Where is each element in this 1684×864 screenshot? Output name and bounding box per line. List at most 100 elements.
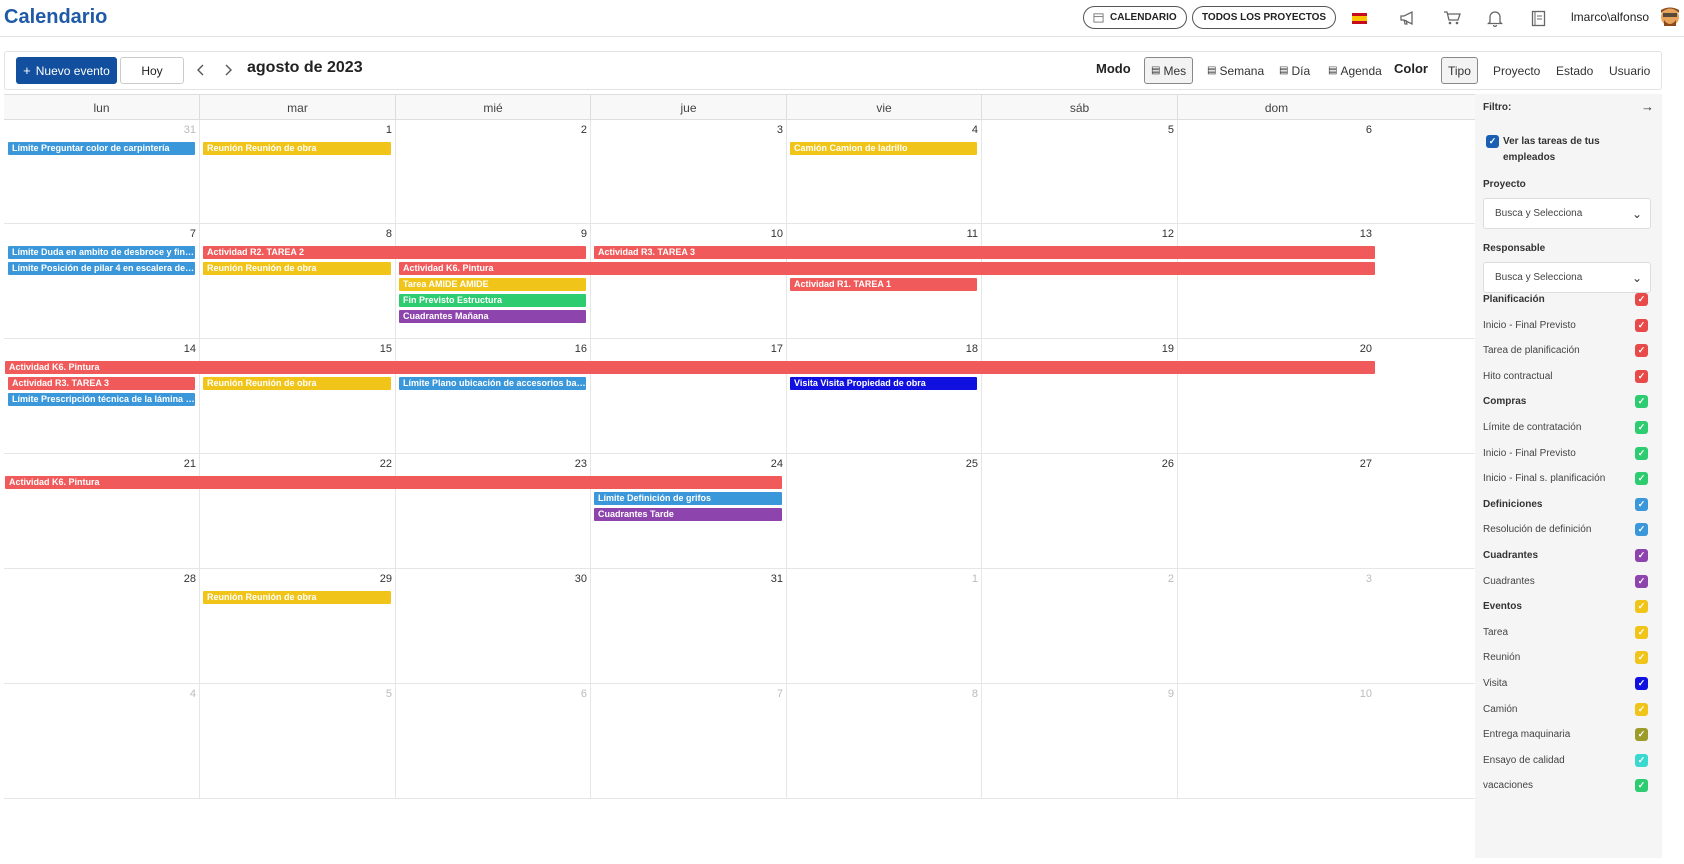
mode-week[interactable]: ▤ Semana	[1201, 57, 1270, 84]
day-cell[interactable]: 2	[395, 120, 590, 223]
day-cell[interactable]: 30	[395, 569, 590, 683]
day-cell[interactable]: 8	[786, 684, 981, 798]
calendar-event[interactable]: Actividad K6. Pintura	[5, 361, 1375, 374]
filter-checkbox[interactable]: ✓	[1635, 318, 1648, 332]
filter-row[interactable]: Cuadrantes ✓	[1483, 548, 1653, 564]
day-number[interactable]: 12	[1162, 228, 1174, 240]
day-number[interactable]: 31	[184, 124, 196, 136]
calendar-event[interactable]: Límite Preguntar color de carpintería	[8, 142, 195, 155]
filter-row[interactable]: Inicio - Final s. planificación ✓	[1483, 471, 1653, 487]
day-cell[interactable]: 27	[1177, 454, 1375, 568]
day-number[interactable]: 10	[771, 228, 783, 240]
color-type[interactable]: Tipo	[1441, 57, 1478, 84]
day-cell[interactable]: 22	[199, 454, 395, 568]
day-cell[interactable]: 23	[395, 454, 590, 568]
day-number[interactable]: 30	[575, 573, 587, 585]
filter-row[interactable]: Entrega maquinaria ✓	[1483, 727, 1653, 743]
day-cell[interactable]: 8	[199, 224, 395, 338]
day-number[interactable]: 5	[1168, 124, 1174, 136]
filter-checkbox[interactable]: ✓	[1635, 728, 1648, 742]
filter-checkbox[interactable]: ✓	[1635, 549, 1648, 562]
day-cell[interactable]: 16	[395, 339, 590, 453]
cart-icon[interactable]	[1443, 9, 1461, 27]
day-number[interactable]: 22	[380, 458, 392, 470]
calendar-event[interactable]: Límite Duda en ambito de desbroce y fina…	[8, 246, 195, 259]
day-cell[interactable]: 7	[590, 684, 786, 798]
day-cell[interactable]: 6	[395, 684, 590, 798]
megaphone-icon[interactable]	[1399, 9, 1417, 27]
day-number[interactable]: 7	[777, 688, 783, 700]
day-number[interactable]: 31	[771, 573, 783, 585]
day-number[interactable]: 29	[380, 573, 392, 585]
day-cell[interactable]: 15	[199, 339, 395, 453]
calendar-event[interactable]: Límite Prescripción técnica de la lámina…	[8, 393, 195, 406]
day-cell[interactable]: 29	[199, 569, 395, 683]
filter-checkbox[interactable]: ✓	[1635, 574, 1648, 588]
filter-row[interactable]: Inicio - Final Previsto ✓	[1483, 318, 1653, 334]
day-number[interactable]: 18	[966, 343, 978, 355]
day-cell[interactable]: 10	[590, 224, 786, 338]
filter-checkbox[interactable]: ✓	[1635, 523, 1648, 537]
filter-checkbox[interactable]: ✓	[1635, 779, 1648, 793]
calendar-event[interactable]: Visita Visita Propiedad de obra	[790, 377, 977, 390]
avatar[interactable]	[1658, 4, 1682, 30]
day-number[interactable]: 6	[581, 688, 587, 700]
filter-row[interactable]: Límite de contratación ✓	[1483, 420, 1653, 436]
all-projects-button[interactable]: TODOS LOS PROYECTOS	[1192, 6, 1337, 29]
calendar-event[interactable]: Reunión Reunión de obra	[203, 262, 391, 275]
day-cell[interactable]: 5	[981, 120, 1177, 223]
calendar-event[interactable]: Actividad R3. TAREA 3	[8, 377, 195, 390]
day-number[interactable]: 24	[771, 458, 783, 470]
day-cell[interactable]: 18	[786, 339, 981, 453]
calendar-event[interactable]: Límite Definición de grifos	[594, 492, 782, 505]
day-cell[interactable]: 7	[4, 224, 199, 338]
filter-row[interactable]: Compras ✓	[1483, 394, 1653, 410]
day-cell[interactable]: 20	[1177, 339, 1375, 453]
filter-row[interactable]: Reunión ✓	[1483, 650, 1653, 666]
day-cell[interactable]: 31	[4, 120, 199, 223]
day-number[interactable]: 9	[581, 228, 587, 240]
filter-checkbox[interactable]: ✓	[1635, 600, 1648, 614]
day-number[interactable]: 28	[184, 573, 196, 585]
calendar-event[interactable]: Límite Posición de pilar 4 en escalera d…	[8, 262, 195, 275]
day-cell[interactable]: 2	[981, 569, 1177, 683]
filter-row[interactable]: Inicio - Final Previsto ✓	[1483, 446, 1653, 462]
day-number[interactable]: 23	[575, 458, 587, 470]
filter-checkbox[interactable]: ✓	[1635, 677, 1648, 690]
today-button[interactable]: Hoy	[120, 57, 184, 84]
day-cell[interactable]: 26	[981, 454, 1177, 568]
day-cell[interactable]: 6	[1177, 120, 1375, 223]
project-select[interactable]: Busca y Selecciona ⌄	[1483, 198, 1651, 229]
day-cell[interactable]: 3	[590, 120, 786, 223]
filter-checkbox[interactable]: ✓	[1635, 369, 1648, 383]
filter-checkbox[interactable]: ✓	[1635, 625, 1648, 639]
mode-agenda[interactable]: ▤ Agenda	[1322, 57, 1388, 84]
new-event-button[interactable]: + Nuevo evento	[16, 57, 117, 84]
color-status[interactable]: Estado	[1550, 57, 1599, 84]
day-cell[interactable]: 10	[1177, 684, 1375, 798]
filter-row[interactable]: Visita ✓	[1483, 676, 1653, 692]
day-number[interactable]: 2	[581, 124, 587, 136]
filter-checkbox[interactable]: ✓	[1635, 472, 1648, 486]
day-number[interactable]: 2	[1168, 573, 1174, 585]
filter-checkbox[interactable]: ✓	[1635, 293, 1648, 306]
calendar-event[interactable]: Actividad K6. Pintura	[5, 476, 782, 489]
filter-row[interactable]: Tarea de planificación ✓	[1483, 343, 1653, 359]
day-cell[interactable]: 1	[199, 120, 395, 223]
calendar-event[interactable]: Reunión Reunión de obra	[203, 377, 391, 390]
notes-icon[interactable]	[1529, 9, 1547, 27]
filter-row[interactable]: Tarea ✓	[1483, 625, 1653, 641]
day-number[interactable]: 3	[777, 124, 783, 136]
filter-checkbox[interactable]: ✓	[1635, 702, 1648, 716]
calendar-event[interactable]: Cuadrantes Tarde	[594, 508, 782, 521]
calendar-event[interactable]: Actividad R3. TAREA 3	[594, 246, 1375, 259]
day-cell[interactable]: 9	[981, 684, 1177, 798]
filter-checkbox[interactable]: ✓	[1635, 651, 1648, 665]
day-number[interactable]: 7	[190, 228, 196, 240]
username[interactable]: lmarco\alfonso	[1571, 10, 1649, 24]
day-number[interactable]: 6	[1366, 124, 1372, 136]
day-number[interactable]: 4	[190, 688, 196, 700]
filter-checkbox[interactable]: ✓	[1635, 421, 1648, 434]
day-cell[interactable]: 12	[981, 224, 1177, 338]
employees-checkbox[interactable]: ✓	[1486, 135, 1499, 148]
